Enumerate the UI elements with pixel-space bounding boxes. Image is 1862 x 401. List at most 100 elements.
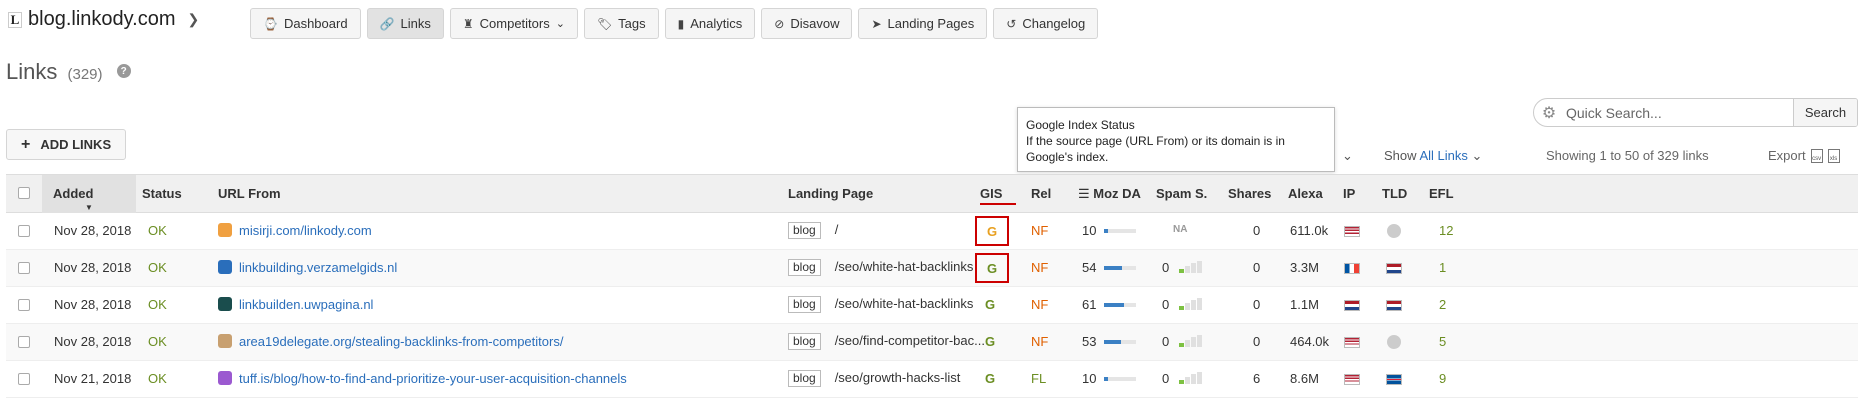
chevron-down-icon: ⌄ xyxy=(555,18,565,30)
site-selector[interactable]: L blog.linkody.com ❯ xyxy=(8,8,199,31)
gis-highlight: G xyxy=(975,216,1009,246)
chevron-down-icon[interactable]: ⌄ xyxy=(1342,148,1353,164)
spam-bar xyxy=(1179,269,1184,273)
moz-da-bar-fill xyxy=(1104,302,1124,307)
url-from-link[interactable]: area19delegate.org/stealing-backlinks-fr… xyxy=(239,334,563,349)
nav-competitors-button[interactable]: ♜ Competitors ⌄ xyxy=(449,8,578,39)
nav-label: Landing Pages xyxy=(887,16,975,31)
nav-label: Competitors xyxy=(479,16,550,31)
url-from-link[interactable]: misirji.com/linkody.com xyxy=(239,223,372,238)
row-checkbox[interactable] xyxy=(18,336,30,348)
table-row: Nov 28, 2018 OK misirji.com/linkody.com … xyxy=(6,213,1858,250)
column-alexa[interactable]: Alexa xyxy=(1288,186,1323,201)
nav-label: Disavow xyxy=(790,16,840,31)
column-gis[interactable]: GIS xyxy=(980,186,1016,205)
added-date: Nov 28, 2018 xyxy=(54,297,132,312)
show-filter[interactable]: Show All Links ⌄ xyxy=(1384,148,1482,164)
nav-links-button[interactable]: 🔗 Links xyxy=(366,8,444,39)
spam-score-bars xyxy=(1179,372,1202,384)
send-icon: ➤ xyxy=(871,16,882,31)
chevron-down-icon[interactable]: ❯ xyxy=(187,11,199,28)
alexa-value: 611.0k xyxy=(1290,223,1329,238)
ip-flag-icon xyxy=(1344,263,1360,274)
spam-bar xyxy=(1179,380,1184,384)
row-checkbox[interactable] xyxy=(18,299,30,311)
nav-label: Changelog xyxy=(1022,16,1086,31)
favicon-icon xyxy=(218,297,232,311)
nav-changelog-button[interactable]: ↺ Changelog xyxy=(993,8,1099,39)
shares-value: 0 xyxy=(1253,297,1261,312)
google-index-icon: G xyxy=(985,297,996,312)
nav-tags-button[interactable]: 🏷 Tags xyxy=(583,8,659,39)
nav-analytics-button[interactable]: ▮ Analytics xyxy=(664,8,756,39)
select-all-checkbox[interactable] xyxy=(18,187,30,199)
alexa-value: 3.3M xyxy=(1290,260,1319,275)
alexa-value: 464.0k xyxy=(1290,334,1330,349)
column-tld[interactable]: TLD xyxy=(1382,186,1407,201)
csv-file-icon[interactable]: csv xyxy=(1810,148,1823,163)
moz-da-bar-fill xyxy=(1104,339,1122,344)
rel-value: FL xyxy=(1031,371,1047,386)
site-logo: L xyxy=(8,11,22,28)
column-shares[interactable]: Shares xyxy=(1228,186,1271,201)
ip-flag-icon xyxy=(1344,374,1360,385)
ip-flag-icon xyxy=(1344,300,1360,311)
search-button[interactable]: Search xyxy=(1793,99,1857,126)
export: Export csv xls xyxy=(1768,148,1840,163)
moz-da-bar xyxy=(1104,228,1137,233)
row-checkbox[interactable] xyxy=(18,373,30,385)
help-icon[interactable]: ? xyxy=(116,64,131,79)
plus-icon: + xyxy=(21,135,31,153)
table-row: Nov 28, 2018 OK linkbuilding.verzamelgid… xyxy=(6,250,1858,287)
add-links-button[interactable]: + ADD LINKS xyxy=(6,129,127,160)
spam-bar xyxy=(1185,303,1190,310)
spam-bar xyxy=(1197,261,1202,273)
shares-value: 6 xyxy=(1253,371,1261,386)
gear-icon[interactable]: ⚙ xyxy=(1534,99,1564,126)
top-bar: L blog.linkody.com ❯ ⌚ Dashboard 🔗 Links ♜ Co… xyxy=(0,0,1862,44)
tooltip-title: Google Index Status xyxy=(1026,118,1135,132)
column-ip[interactable]: IP xyxy=(1343,186,1355,201)
landing-tag[interactable]: blog xyxy=(788,222,821,239)
ban-icon: ⊘ xyxy=(774,16,785,31)
column-status[interactable]: Status xyxy=(142,186,182,201)
xls-file-icon[interactable]: xls xyxy=(1827,148,1840,163)
column-landing-page[interactable]: Landing Page xyxy=(788,186,873,201)
landing-tag[interactable]: blog xyxy=(788,370,821,387)
landing-page: blog / xyxy=(788,222,838,239)
column-added[interactable]: Added ▼ xyxy=(42,175,136,213)
url-from-link[interactable]: linkbuilden.uwpagina.nl xyxy=(239,297,373,312)
landing-tag[interactable]: blog xyxy=(788,296,821,313)
moz-da-bar xyxy=(1104,265,1137,270)
nav-landing-pages-button[interactable]: ➤ Landing Pages xyxy=(858,8,988,39)
row-checkbox[interactable] xyxy=(18,262,30,274)
menu-icon: ☰ xyxy=(1078,186,1090,201)
status-ok: OK xyxy=(148,334,167,349)
status-ok: OK xyxy=(148,223,167,238)
row-checkbox[interactable] xyxy=(18,225,30,237)
nav-disavow-button[interactable]: ⊘ Disavow xyxy=(761,8,853,39)
landing-page: blog/seo/growth-hacks-list xyxy=(788,370,960,387)
favicon-icon xyxy=(218,260,232,274)
landing-tag[interactable]: blog xyxy=(788,333,821,350)
column-moz-da[interactable]: ☰ Moz DA xyxy=(1078,186,1141,202)
spam-bar xyxy=(1197,298,1202,310)
column-efl[interactable]: EFL xyxy=(1429,186,1454,201)
spam-score-bars xyxy=(1179,298,1202,310)
column-added-label: Added xyxy=(53,186,94,201)
spam-bar xyxy=(1185,340,1190,347)
column-rel[interactable]: Rel xyxy=(1031,186,1051,201)
table-row: Nov 21, 2018 OK tuff.is/blog/how-to-find… xyxy=(6,361,1858,398)
moz-da-value: 53 xyxy=(1082,334,1097,349)
sort-desc-icon: ▼ xyxy=(85,203,93,212)
column-url-from[interactable]: URL From xyxy=(218,186,281,201)
landing-path: /seo/white-hat-backlinks xyxy=(834,296,974,311)
column-spam-score[interactable]: Spam S. xyxy=(1156,186,1207,201)
landing-tag[interactable]: blog xyxy=(788,259,821,276)
show-all-links-link[interactable]: All Links xyxy=(1419,148,1467,163)
url-from-link[interactable]: tuff.is/blog/how-to-find-and-prioritize-… xyxy=(239,371,627,386)
url-from-link[interactable]: linkbuilding.verzamelgids.nl xyxy=(239,260,397,275)
nav-dashboard-button[interactable]: ⌚ Dashboard xyxy=(250,8,361,39)
search-input[interactable] xyxy=(1564,99,1793,126)
gis-cell: G xyxy=(985,297,995,312)
